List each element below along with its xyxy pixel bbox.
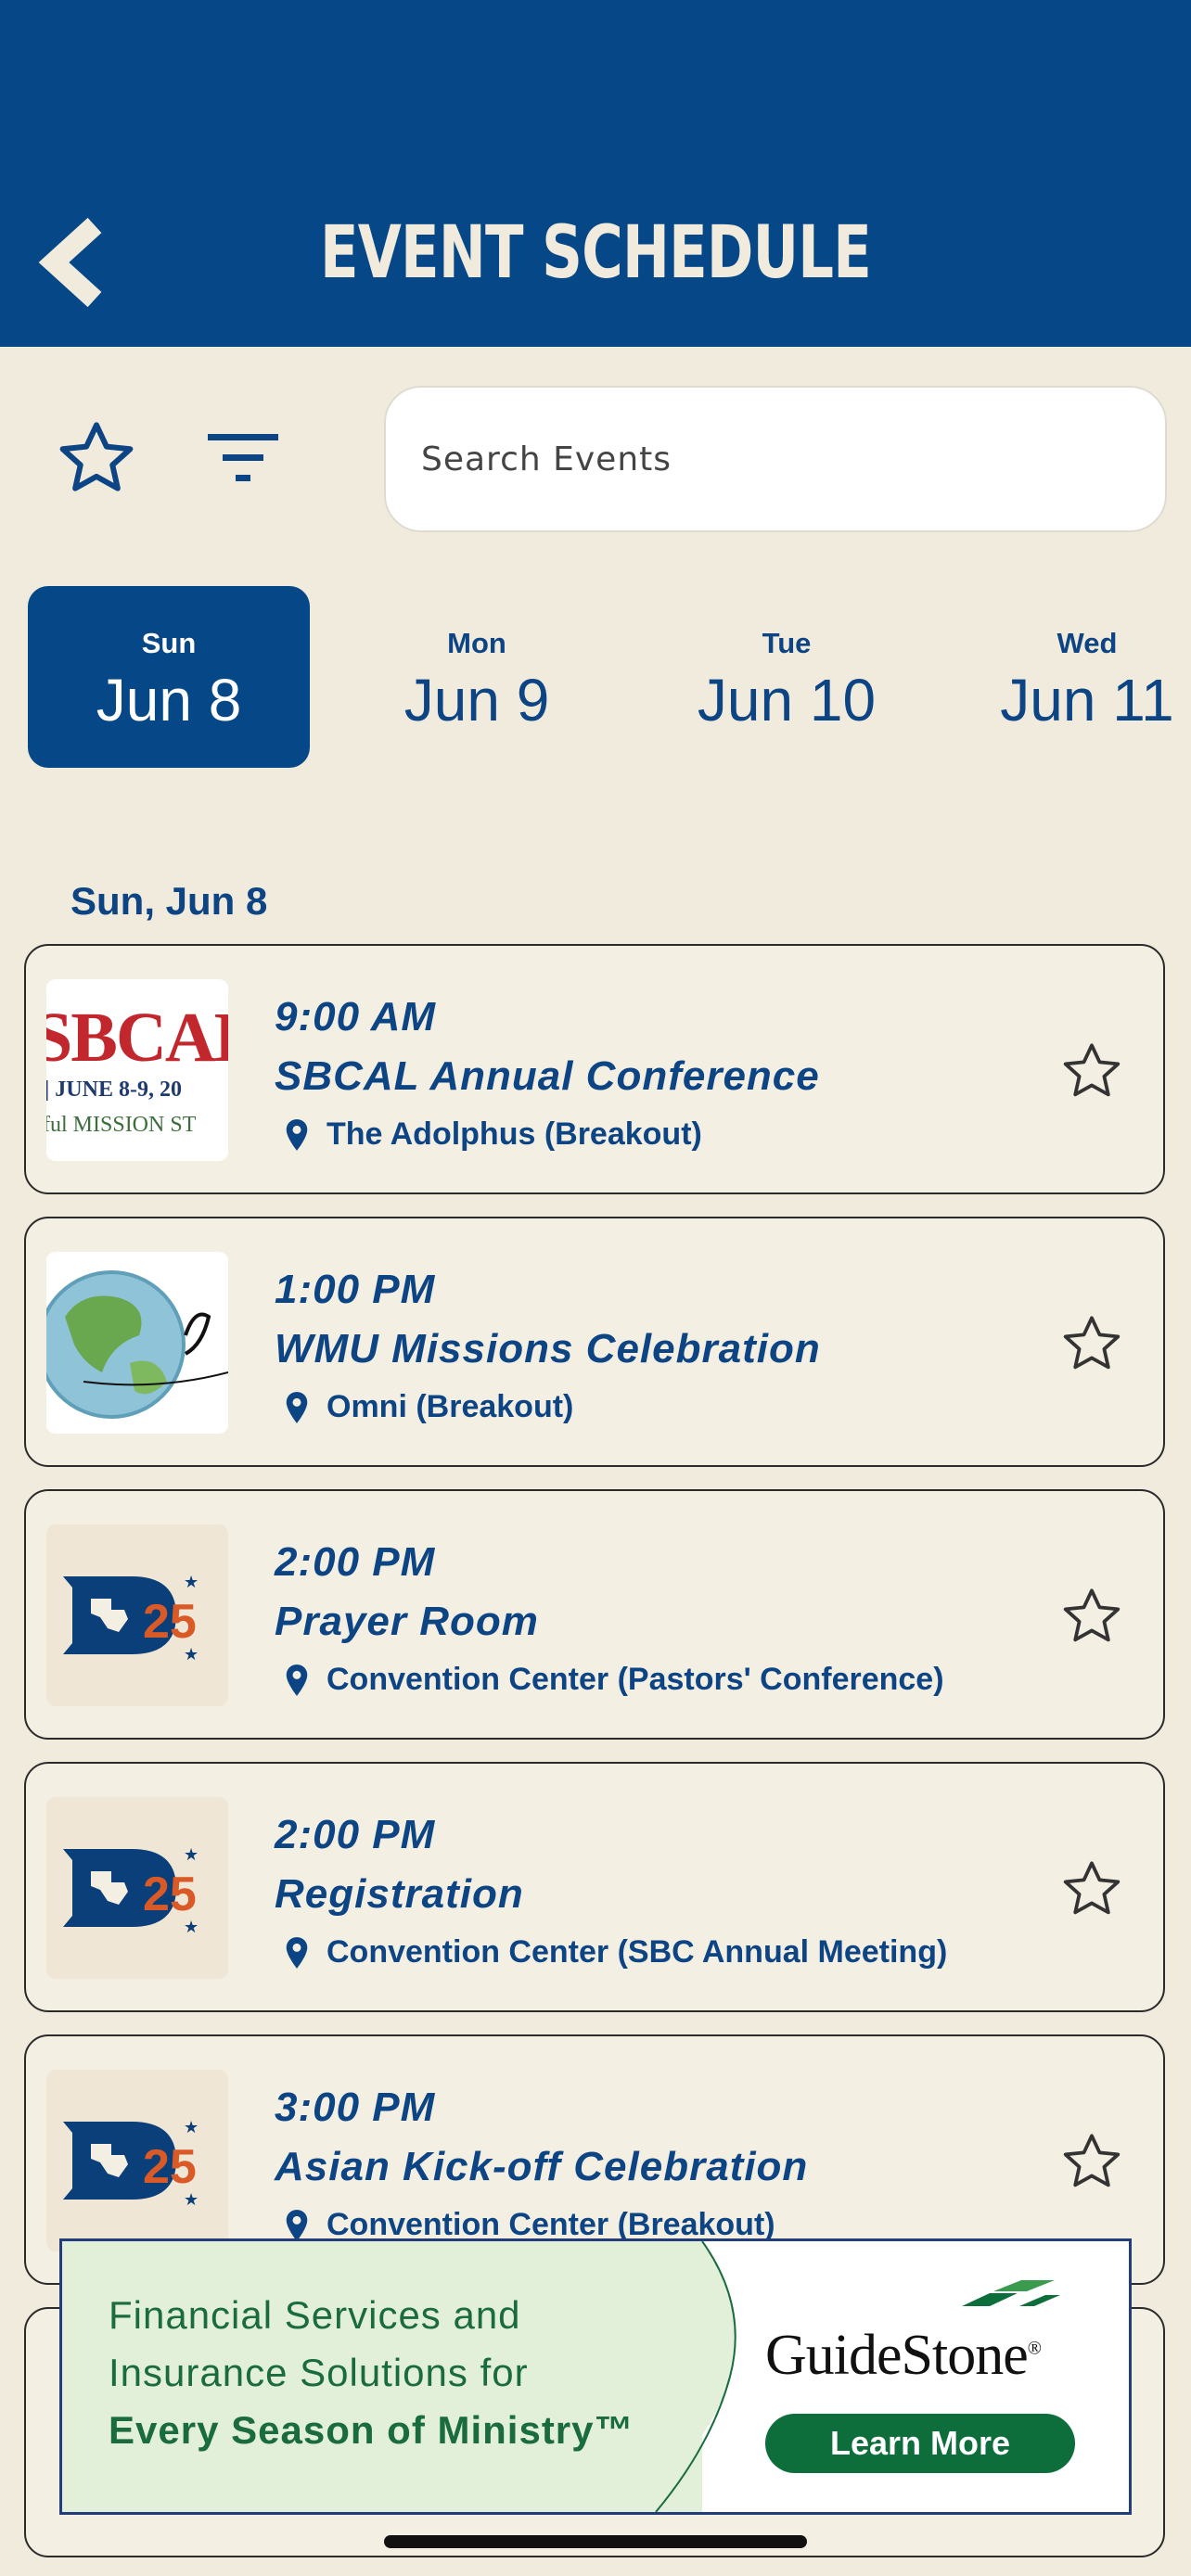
star-outline-icon[interactable] (1059, 2129, 1124, 2194)
svg-text:★: ★ (184, 1645, 198, 1664)
svg-text:★: ★ (184, 2190, 198, 2209)
location-pin-icon (286, 1664, 308, 1696)
event-location: The Adolphus (Breakout) (275, 1116, 702, 1153)
favorites-filter-button[interactable] (52, 414, 141, 503)
event-location: Convention Center (SBC Annual Meeting) (275, 1934, 947, 1970)
d25-logo-number: 25 (143, 1595, 197, 1649)
page-title: EVENT SCHEDULE (319, 211, 872, 295)
d25-logo: 25 ★ ★ (63, 1845, 198, 1936)
ad-brand-text: GuideStone (765, 2324, 1029, 2387)
ad-brand-name: GuideStone® (765, 2323, 1042, 2389)
ad-headline-line1: Financial Services and (109, 2293, 521, 2337)
day-tab-sun[interactable]: Sun Jun 8 (28, 586, 310, 768)
event-time: 9:00 AM (275, 994, 437, 1039)
d25-logo: 25 ★ ★ (63, 1573, 198, 1664)
location-pin-icon (286, 1118, 308, 1151)
event-location-text: Omni (Breakout) (327, 1389, 574, 1424)
location-pin-icon (286, 2209, 308, 2241)
location-pin-icon (286, 1936, 308, 1969)
back-button[interactable] (30, 211, 122, 313)
event-title: WMU Missions Celebration (275, 1326, 821, 1371)
event-thumbnail: 25 ★ ★ (46, 1524, 228, 1706)
filter-button[interactable] (198, 419, 288, 497)
sbcal-logo-tagline: ful MISSION ST (46, 1113, 197, 1137)
star-outline-icon (59, 422, 134, 491)
svg-text:★: ★ (184, 1845, 198, 1864)
d25-logo: 25 ★ ★ (63, 2118, 198, 2209)
globe-illustration (46, 1270, 228, 1419)
search-input[interactable] (384, 386, 1167, 532)
star-outline-icon[interactable] (1059, 1856, 1124, 1921)
guidestone-logo-icon (962, 2280, 1060, 2306)
sbcal-logo-dates: | JUNE 8-9, 20 (46, 1078, 182, 1102)
event-location-text: The Adolphus (Breakout) (327, 1116, 702, 1152)
event-title: Asian Kick-off Celebration (275, 2144, 809, 2189)
sbcal-logo-text: SBCAL (46, 999, 228, 1077)
star-outline-icon[interactable] (1059, 1311, 1124, 1376)
event-location: Omni (Breakout) (275, 1389, 573, 1425)
event-title: Prayer Room (275, 1599, 539, 1644)
day-date: Jun 10 (697, 667, 877, 733)
event-location: Convention Center (Pastors' Conference) (275, 1662, 944, 1698)
svg-text:★: ★ (184, 1573, 198, 1591)
location-pin-icon (286, 1391, 308, 1423)
day-of-week: Tue (762, 627, 812, 659)
event-card[interactable]: 1:00 PM WMU Missions Celebration Omni (B… (24, 1217, 1165, 1467)
chevron-left-icon (38, 218, 102, 307)
home-indicator (384, 2535, 807, 2548)
event-time: 1:00 PM (275, 1267, 436, 1312)
d25-logo-number: 25 (143, 1868, 197, 1921)
section-date-heading: Sun, Jun 8 (70, 879, 268, 923)
svg-text:★: ★ (184, 2118, 198, 2136)
event-location-text: Convention Center (Pastors' Conference) (327, 1662, 944, 1697)
star-outline-icon[interactable] (1059, 1039, 1124, 1103)
star-outline-icon[interactable] (1059, 1584, 1124, 1649)
event-time: 3:00 PM (275, 2085, 436, 2130)
ad-headline-line2: Insurance Solutions for (109, 2351, 529, 2394)
day-tab-wed[interactable]: Wed Jun 11 (946, 586, 1191, 768)
event-card[interactable]: SBCAL | JUNE 8-9, 20 ful MISSION ST 9:00… (24, 944, 1165, 1194)
event-time: 2:00 PM (275, 1539, 436, 1585)
event-time: 2:00 PM (275, 1812, 436, 1857)
event-thumbnail: 25 ★ ★ (46, 1797, 228, 1979)
learn-more-button[interactable]: Learn More (765, 2414, 1075, 2473)
event-title: SBCAL Annual Conference (275, 1053, 820, 1099)
ad-headline-line3: Every Season of Ministry™ (109, 2408, 634, 2452)
ad-divider-shape (628, 2241, 736, 2512)
event-thumbnail: 25 ★ ★ (46, 2070, 228, 2251)
day-of-week: Wed (1057, 627, 1118, 659)
sponsor-banner[interactable]: Financial Services and Insurance Solutio… (59, 2238, 1132, 2515)
day-of-week: Sun (141, 627, 197, 659)
day-date: Jun 11 (1000, 667, 1174, 733)
event-thumbnail (46, 1252, 228, 1434)
app-header: EVENT SCHEDULE (0, 0, 1191, 347)
ad-brand-mark: ® (1027, 2338, 1042, 2359)
event-title: Registration (275, 1871, 524, 1917)
day-date: Jun 9 (403, 667, 550, 733)
day-of-week: Mon (447, 627, 506, 659)
svg-text:★: ★ (184, 1918, 198, 1936)
event-location-text: Convention Center (SBC Annual Meeting) (327, 1934, 948, 1970)
day-date: Jun 8 (96, 667, 242, 733)
day-tab-mon[interactable]: Mon Jun 9 (336, 586, 618, 768)
event-thumbnail: SBCAL | JUNE 8-9, 20 ful MISSION ST (46, 979, 228, 1161)
day-tab-tue[interactable]: Tue Jun 10 (646, 586, 928, 768)
filter-icon (208, 434, 278, 481)
event-card[interactable]: 25 ★ ★ 2:00 PM Prayer Room Convention Ce… (24, 1489, 1165, 1740)
event-card[interactable]: 25 ★ ★ 2:00 PM Registration Convention C… (24, 1762, 1165, 2012)
d25-logo-number: 25 (143, 2140, 197, 2194)
